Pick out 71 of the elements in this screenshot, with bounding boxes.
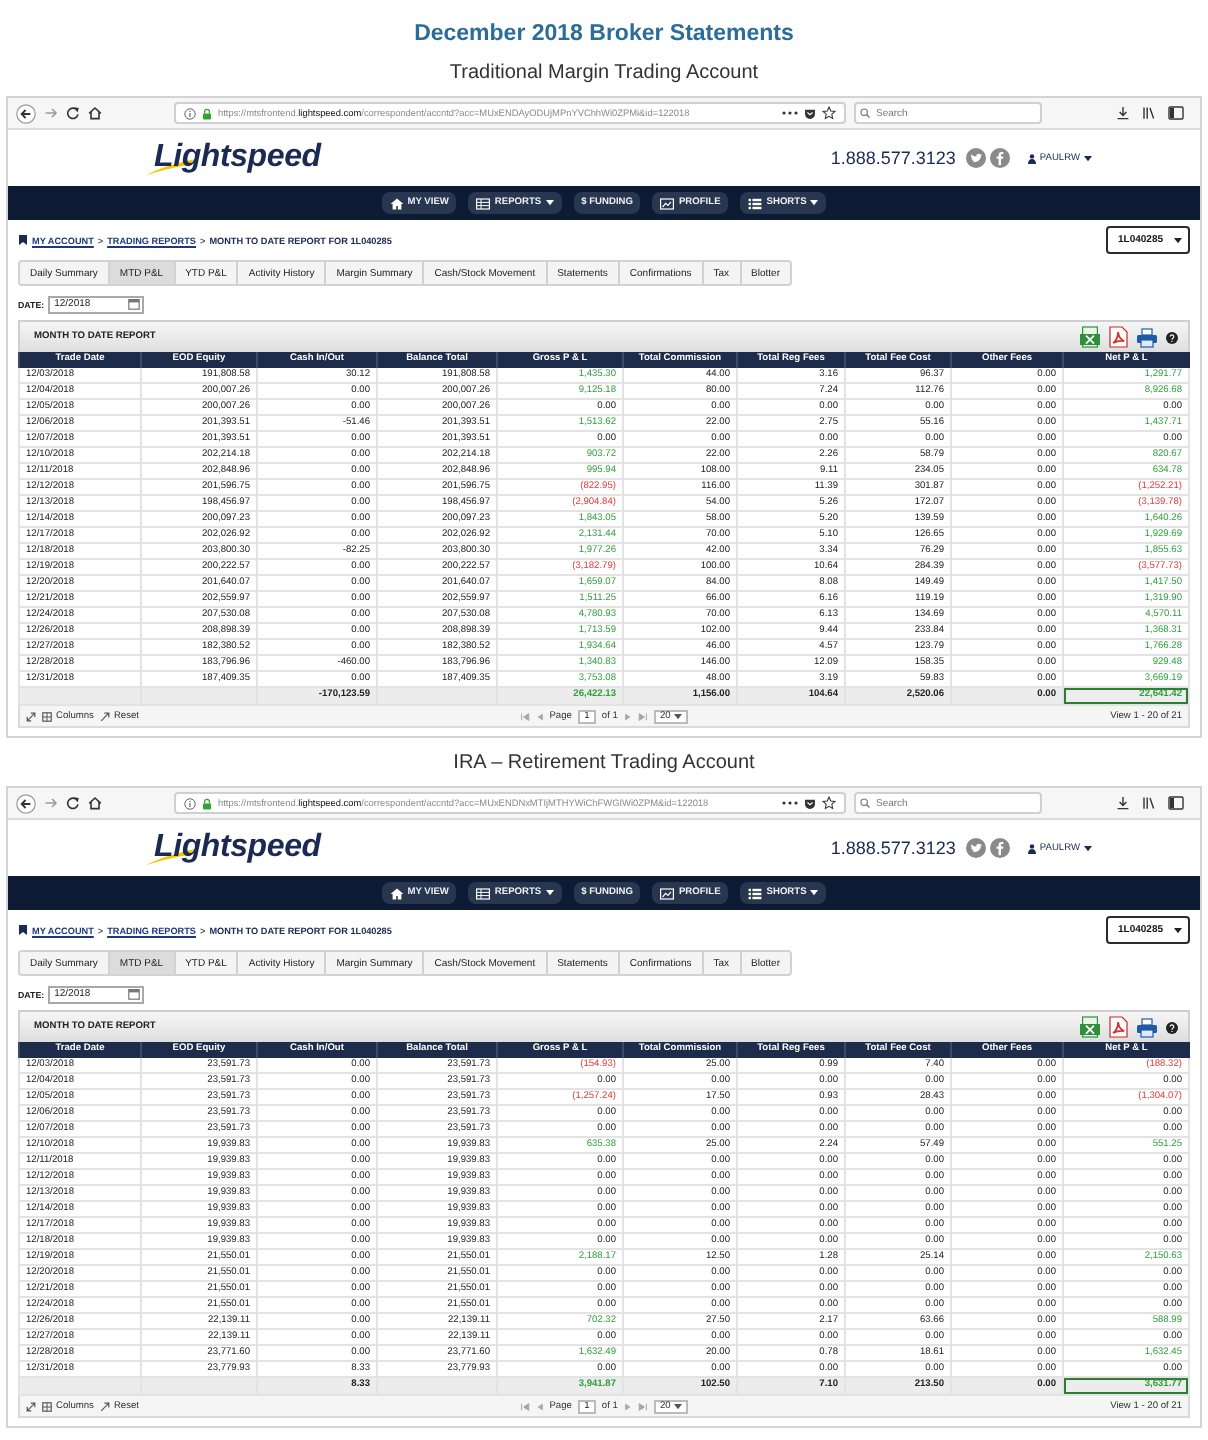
forward-icon[interactable] (44, 106, 58, 120)
home-icon (389, 887, 404, 899)
facebook-icon[interactable] (989, 148, 1010, 168)
logo[interactable]: Lightspeed (146, 138, 321, 178)
twitter-icon[interactable] (965, 838, 986, 858)
account-heading: Traditional Margin Trading Account (447, 60, 761, 88)
grid-icon (42, 1401, 52, 1411)
lock-icon (202, 797, 212, 809)
pdf-icon[interactable] (1108, 326, 1128, 348)
twitter-icon[interactable] (965, 148, 986, 168)
reload-icon[interactable] (66, 796, 80, 810)
bookmark-icon (18, 234, 28, 246)
calendar-icon[interactable] (128, 298, 141, 310)
back-icon[interactable] (16, 793, 36, 813)
sidebar-icon[interactable] (1168, 796, 1184, 810)
caret-icon (674, 1403, 683, 1409)
list-icon (748, 887, 763, 899)
calendar-icon[interactable] (128, 988, 141, 1000)
more-icon[interactable] (782, 110, 798, 116)
page-title: December 2018 Broker Statements (412, 20, 796, 50)
download-icon[interactable] (1116, 796, 1130, 810)
arrow-icon (99, 1401, 110, 1411)
table-icon (476, 197, 491, 209)
pdf-icon[interactable] (1108, 1016, 1128, 1038)
forward-icon[interactable] (44, 796, 58, 810)
spreadsheet-icon[interactable] (1080, 1016, 1100, 1038)
resize-icon[interactable] (26, 711, 36, 721)
caret-icon (1174, 237, 1182, 243)
bookmark-icon (18, 924, 28, 936)
chart-icon (660, 887, 675, 899)
star-icon[interactable] (822, 106, 836, 120)
sidebar-icon[interactable] (1168, 106, 1184, 120)
caret-icon (1084, 155, 1092, 161)
print-icon[interactable] (1136, 327, 1158, 347)
caret-icon (1174, 927, 1182, 933)
reload-icon[interactable] (66, 106, 80, 120)
home-icon (389, 197, 404, 209)
help-icon[interactable] (1166, 331, 1178, 343)
shield-icon[interactable] (804, 797, 816, 809)
table-icon (476, 887, 491, 899)
user-icon (1027, 153, 1036, 163)
spreadsheet-icon[interactable] (1080, 326, 1100, 348)
resize-icon[interactable] (26, 1401, 36, 1411)
lock-icon (202, 107, 212, 119)
print-icon[interactable] (1136, 1017, 1158, 1037)
home-icon[interactable] (88, 796, 102, 810)
chart-icon (660, 197, 675, 209)
more-icon[interactable] (782, 800, 798, 806)
list-icon (748, 197, 763, 209)
user-icon (1027, 843, 1036, 853)
search-icon (860, 798, 870, 808)
facebook-icon[interactable] (989, 838, 1010, 858)
arrow-icon (99, 711, 110, 721)
phone-number: 1.888.577.3123 (830, 148, 956, 168)
search-icon (860, 108, 870, 118)
help-icon[interactable] (1166, 1021, 1178, 1033)
library-icon[interactable] (1142, 106, 1156, 120)
logo[interactable]: Lightspeed (146, 828, 321, 868)
back-icon[interactable] (16, 103, 36, 123)
phone-number: 1.888.577.3123 (830, 838, 956, 858)
shield-icon[interactable] (804, 107, 816, 119)
download-icon[interactable] (1116, 106, 1130, 120)
account-heading: IRA – Retirement Trading Account (451, 750, 757, 778)
star-icon[interactable] (822, 796, 836, 810)
info-icon[interactable] (184, 797, 196, 809)
caret-icon (1084, 845, 1092, 851)
caret-icon (674, 713, 683, 719)
home-icon[interactable] (88, 106, 102, 120)
info-icon[interactable] (184, 107, 196, 119)
grid-icon (42, 711, 52, 721)
library-icon[interactable] (1142, 796, 1156, 810)
